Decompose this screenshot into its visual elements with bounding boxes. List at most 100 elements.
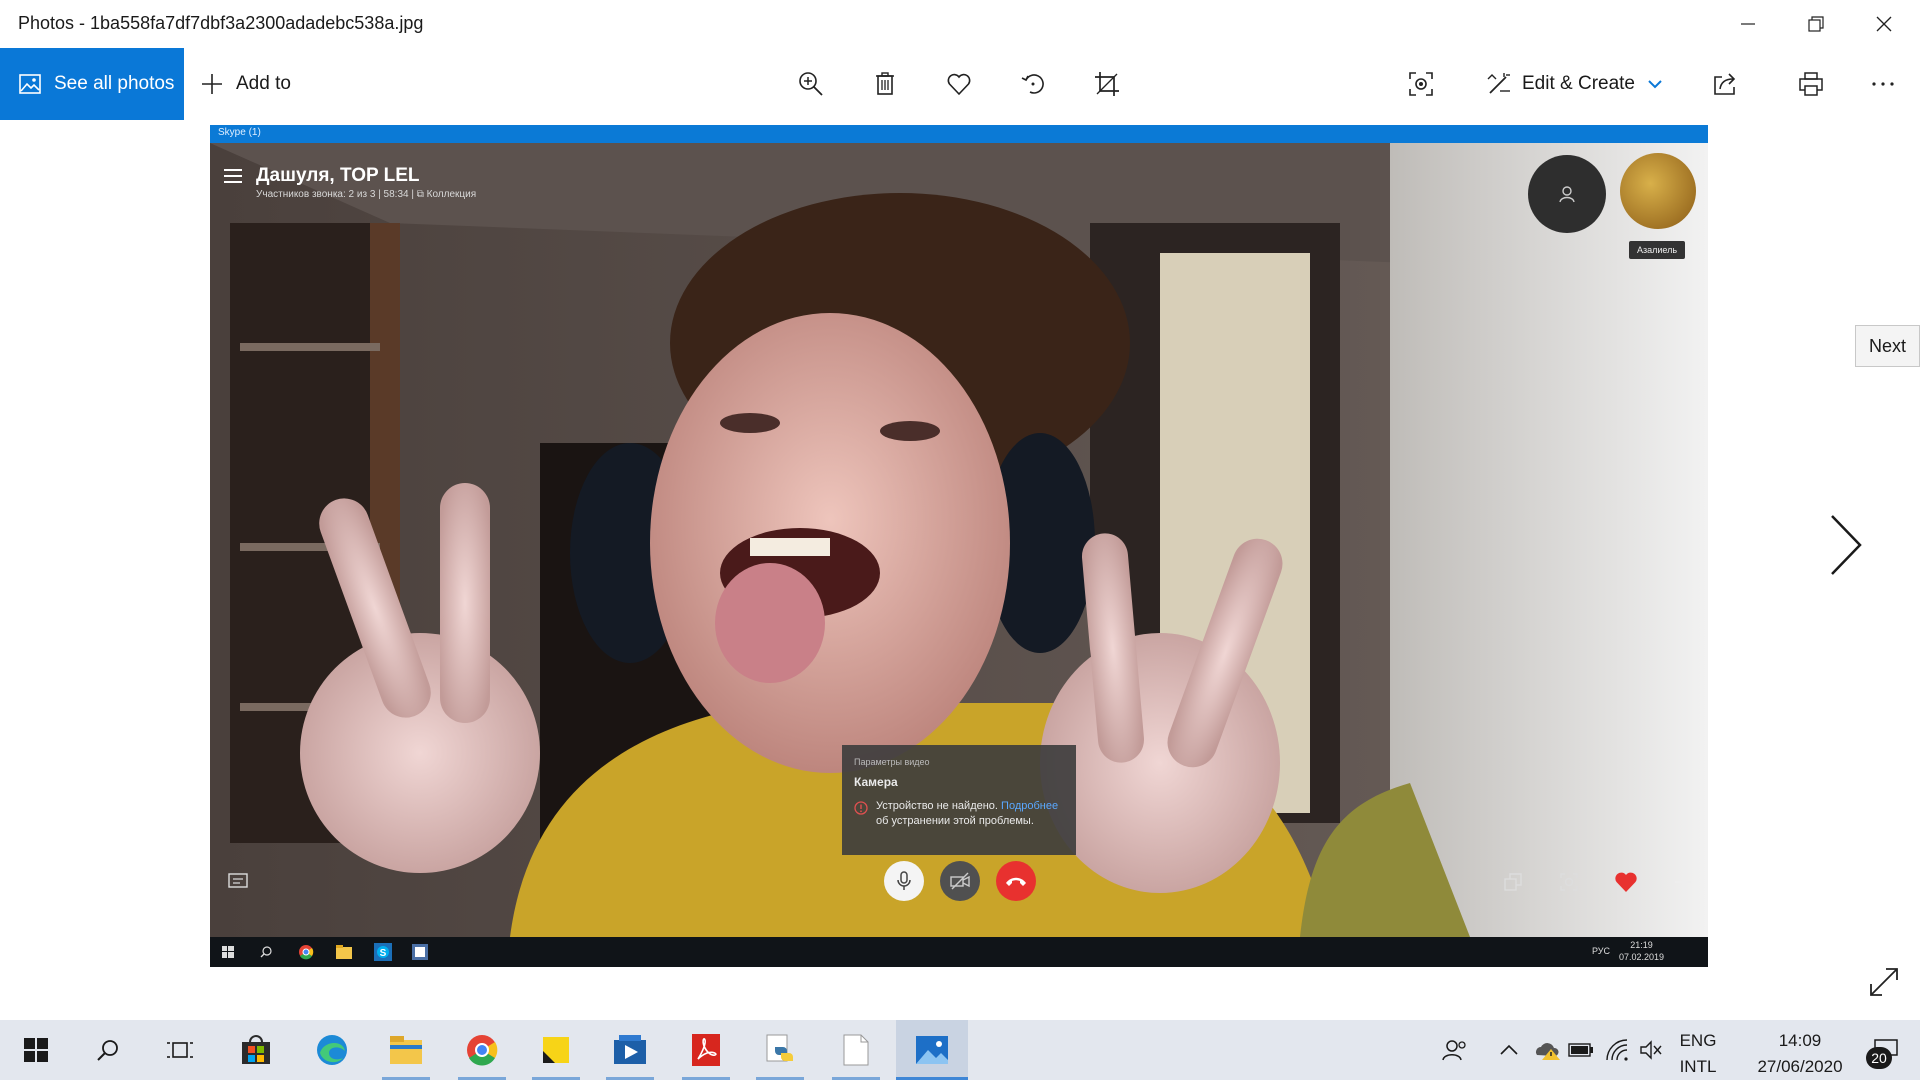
onedrive-button[interactable] xyxy=(1532,1020,1562,1080)
skype-window-title: Skype (1) xyxy=(218,127,261,138)
zoom-in-icon xyxy=(799,72,823,96)
photo-view[interactable]: Skype (1) Дашуля, TOP LEL Участников зво… xyxy=(210,125,1708,967)
popup-title: Камера xyxy=(854,775,898,789)
heart-reaction-icon[interactable] xyxy=(1614,871,1638,893)
menu-icon[interactable] xyxy=(224,169,242,183)
rotate-icon xyxy=(1021,74,1044,94)
python-icon xyxy=(766,1034,793,1062)
restore-button[interactable] xyxy=(1782,0,1850,48)
popup-message-suffix: об устранении этой проблемы. xyxy=(876,815,1034,827)
add-to-label: Add to xyxy=(236,73,291,94)
favorite-button[interactable] xyxy=(941,66,977,102)
photos-icon xyxy=(19,74,41,94)
end-call-button[interactable] xyxy=(996,861,1036,901)
people-icon xyxy=(1442,1040,1466,1061)
inner-taskbar-date: 07.02.2019 xyxy=(1618,952,1664,962)
minimize-icon xyxy=(1741,23,1755,25)
participant-avatar[interactable] xyxy=(1620,153,1696,229)
inner-app-icon xyxy=(412,944,428,960)
warning-icon xyxy=(854,801,868,815)
video-settings-popup: Параметры видео Камера Устройство не най… xyxy=(842,745,1076,855)
chrome-icon xyxy=(467,1035,498,1066)
video-toggle-button[interactable] xyxy=(940,861,980,901)
chevron-up-icon xyxy=(1500,1044,1518,1055)
add-participant-button[interactable] xyxy=(1528,155,1606,233)
file-explorer-icon xyxy=(390,1036,422,1064)
taskbar-notepad[interactable] xyxy=(820,1020,892,1080)
edit-create-button[interactable]: Edit & Create xyxy=(1486,48,1663,120)
popup-message: Устройство не найдено. Подробнее об устр… xyxy=(876,799,1066,829)
more-options-button[interactable] xyxy=(1865,66,1901,102)
popup-more-link[interactable]: Подробнее xyxy=(1001,800,1058,812)
edit-create-label: Edit & Create xyxy=(1522,73,1635,94)
popup-header: Параметры видео xyxy=(854,757,930,767)
people-button[interactable] xyxy=(1436,1020,1474,1080)
see-all-photos-button[interactable]: See all photos xyxy=(0,48,184,120)
zoom-button[interactable] xyxy=(793,66,829,102)
volume-button[interactable] xyxy=(1636,1020,1666,1080)
print-icon xyxy=(1799,72,1823,96)
clock-time: 14:09 xyxy=(1778,1031,1822,1050)
start-button[interactable] xyxy=(0,1020,72,1080)
input-language-button[interactable]: ENG INTL xyxy=(1666,1028,1730,1080)
enhance-button[interactable] xyxy=(1403,66,1439,102)
call-subtitle: Участников звонка: 2 из 3 | 58:34 | ⧉ Ко… xyxy=(256,189,477,200)
taskbar-acrobat[interactable] xyxy=(670,1020,742,1080)
delete-button[interactable] xyxy=(867,66,903,102)
svg-text:S: S xyxy=(380,948,387,959)
battery-button[interactable] xyxy=(1566,1020,1596,1080)
clock-button[interactable]: 14:09 27/06/2020 xyxy=(1748,1028,1852,1080)
call-title: Дашуля, TOP LEL xyxy=(256,165,420,186)
close-button[interactable] xyxy=(1850,0,1918,48)
share-icon xyxy=(1714,73,1736,95)
task-view-button[interactable] xyxy=(144,1020,216,1080)
share-button[interactable] xyxy=(1707,66,1743,102)
inner-taskbar-lang: РУС xyxy=(1591,946,1610,956)
camera-off-icon xyxy=(950,872,970,890)
chevron-down-icon xyxy=(1648,80,1662,89)
inner-explorer-icon xyxy=(336,945,352,959)
expand-icon[interactable] xyxy=(1868,966,1900,998)
plus-icon xyxy=(202,74,222,94)
show-hidden-icons-button[interactable] xyxy=(1494,1020,1524,1080)
crop-button[interactable] xyxy=(1089,66,1125,102)
minimize-button[interactable] xyxy=(1714,0,1782,48)
taskbar-file-explorer[interactable] xyxy=(370,1020,442,1080)
plus-icon[interactable] xyxy=(1674,873,1692,891)
inner-taskbar: S РУС 21:19 07.02.2019 xyxy=(210,937,1708,967)
taskbar-edge[interactable] xyxy=(296,1020,368,1080)
taskbar-python[interactable] xyxy=(744,1020,816,1080)
switch-view-icon[interactable] xyxy=(1504,873,1522,891)
taskbar-chrome[interactable] xyxy=(446,1020,518,1080)
wifi-button[interactable] xyxy=(1602,1020,1632,1080)
enhance-icon xyxy=(1409,72,1433,96)
wifi-icon xyxy=(1606,1039,1628,1061)
next-tooltip: Next xyxy=(1855,325,1920,367)
add-to-button[interactable]: Add to xyxy=(200,48,291,120)
rotate-button[interactable] xyxy=(1015,66,1051,102)
participant-name: Азалиель xyxy=(1629,241,1685,259)
taskbar-store[interactable] xyxy=(220,1020,292,1080)
restore-icon xyxy=(1808,16,1824,32)
acrobat-icon xyxy=(692,1034,720,1066)
windows-start-icon xyxy=(24,1038,48,1062)
next-arrow-icon[interactable] xyxy=(1826,512,1866,578)
snapshot-icon[interactable] xyxy=(1560,873,1578,891)
battery-icon xyxy=(1568,1043,1593,1057)
clock-date: 27/06/2020 xyxy=(1757,1057,1843,1076)
hang-up-icon xyxy=(1006,877,1026,886)
crop-icon xyxy=(1095,72,1119,96)
mic-button[interactable] xyxy=(884,861,924,901)
search-button[interactable] xyxy=(72,1020,144,1080)
sticky-notes-icon xyxy=(543,1037,569,1063)
store-icon xyxy=(242,1035,270,1064)
taskbar-media-player[interactable] xyxy=(594,1020,666,1080)
print-button[interactable] xyxy=(1793,66,1829,102)
chat-icon[interactable] xyxy=(228,873,248,891)
inner-chrome-icon xyxy=(299,945,314,960)
taskbar-photos[interactable] xyxy=(896,1020,968,1080)
notepad-icon xyxy=(843,1034,869,1066)
close-icon xyxy=(1876,16,1892,32)
edge-icon xyxy=(317,1035,347,1065)
taskbar-sticky-notes[interactable] xyxy=(520,1020,592,1080)
